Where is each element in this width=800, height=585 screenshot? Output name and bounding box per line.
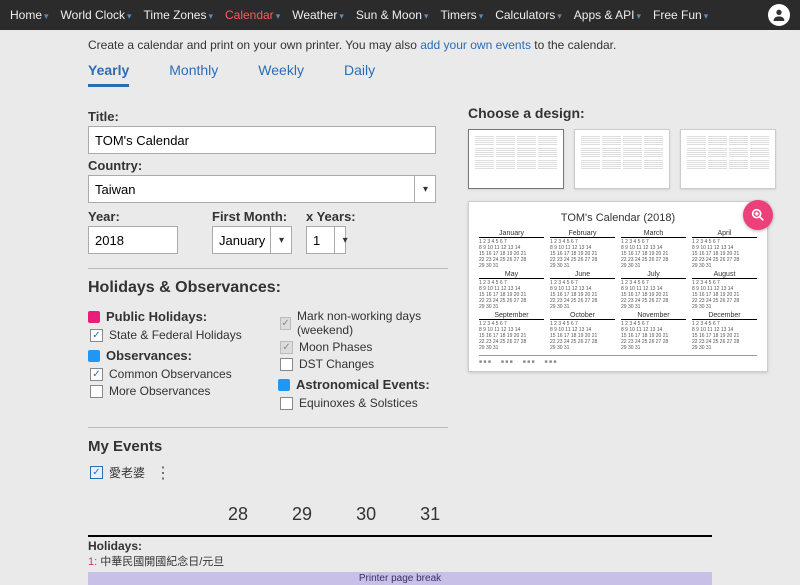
title-label: Title: bbox=[88, 109, 448, 124]
checkbox-mark-weekend[interactable]: ✓ bbox=[280, 317, 291, 330]
label-dst: DST Changes bbox=[299, 357, 374, 371]
preview-month: February1 2 3 4 5 6 78 9 10 11 12 13 141… bbox=[550, 230, 615, 267]
intro-text: Create a calendar and print on your own … bbox=[0, 30, 800, 62]
nav-calculators[interactable]: Calculators▾ bbox=[495, 8, 562, 22]
pink-square-icon bbox=[88, 311, 100, 323]
period-tabs: Yearly Monthly Weekly Daily bbox=[0, 62, 800, 95]
top-nav: Home▾ World Clock▾ Time Zones▾ Calendar▾… bbox=[0, 0, 800, 30]
year-input[interactable] bbox=[88, 226, 178, 254]
preview-month: September1 2 3 4 5 6 78 9 10 11 12 13 14… bbox=[479, 312, 544, 349]
label-common-obs: Common Observances bbox=[109, 367, 232, 381]
account-icon[interactable] bbox=[768, 4, 790, 26]
holiday-1-text: 中華民國開國紀念日/元旦 bbox=[97, 556, 224, 568]
checkbox-moon-phases[interactable]: ✓ bbox=[280, 341, 293, 354]
first-month-select[interactable]: January bbox=[212, 226, 292, 254]
preview-month: August1 2 3 4 5 6 78 9 10 11 12 13 1415 … bbox=[692, 271, 757, 308]
nav-apps-api[interactable]: Apps & API▾ bbox=[574, 8, 641, 22]
preview-footer: ■ ■ ■■ ■ ■■ ■ ■■ ■ ■ bbox=[479, 355, 757, 365]
blue-square-icon bbox=[88, 350, 100, 362]
design-thumb-2[interactable] bbox=[574, 129, 670, 189]
nav-time-zones[interactable]: Time Zones▾ bbox=[144, 8, 213, 22]
title-input[interactable] bbox=[88, 126, 436, 154]
holidays-box: Holidays: 1: 中華民國開國紀念日/元旦 bbox=[88, 535, 712, 569]
tab-monthly[interactable]: Monthly bbox=[169, 62, 218, 87]
calendar-preview: TOM's Calendar (2018) January1 2 3 4 5 6… bbox=[468, 201, 768, 372]
checkbox-more-obs[interactable] bbox=[90, 385, 103, 398]
preview-month: May1 2 3 4 5 6 78 9 10 11 12 13 1415 16 … bbox=[479, 271, 544, 308]
label-eq-sol: Equinoxes & Solstices bbox=[299, 396, 418, 410]
holidays-box-head: Holidays: bbox=[88, 539, 712, 553]
preview-month: June1 2 3 4 5 6 78 9 10 11 12 13 1415 16… bbox=[550, 271, 615, 308]
nav-weather[interactable]: Weather▾ bbox=[292, 8, 344, 22]
year-label: Year: bbox=[88, 209, 178, 224]
add-events-link[interactable]: add your own events bbox=[420, 38, 531, 52]
nav-free-fun[interactable]: Free Fun▾ bbox=[653, 8, 708, 22]
preview-month: March1 2 3 4 5 6 78 9 10 11 12 13 1415 1… bbox=[621, 230, 686, 267]
country-label: Country: bbox=[88, 158, 448, 173]
my-events-head: My Events bbox=[88, 438, 448, 455]
bottom-area: 28 29 30 31 Holidays: 1: 中華民國開國紀念日/元旦 Pr… bbox=[88, 504, 712, 585]
printer-page-break: Printer page break bbox=[88, 572, 712, 585]
tab-daily[interactable]: Daily bbox=[344, 62, 375, 87]
zoom-button[interactable] bbox=[743, 200, 773, 230]
x-years-select[interactable]: 1 bbox=[306, 226, 346, 254]
nav-world-clock[interactable]: World Clock▾ bbox=[61, 8, 132, 22]
observances-head: Observances: bbox=[88, 348, 258, 363]
label-more-obs: More Observances bbox=[109, 384, 210, 398]
more-dots-icon[interactable]: ⋮ bbox=[155, 463, 171, 483]
preview-month: January1 2 3 4 5 6 78 9 10 11 12 13 1415… bbox=[479, 230, 544, 267]
week-numbers: 28 29 30 31 bbox=[88, 504, 712, 525]
label-mark-weekend: Mark non-working days (weekend) bbox=[297, 309, 448, 337]
design-thumb-3[interactable] bbox=[680, 129, 776, 189]
astro-head: Astronomical Events: bbox=[278, 377, 448, 392]
nav-sun-moon[interactable]: Sun & Moon▾ bbox=[356, 8, 429, 22]
tab-yearly[interactable]: Yearly bbox=[88, 62, 129, 87]
preview-month: December1 2 3 4 5 6 78 9 10 11 12 13 141… bbox=[692, 312, 757, 349]
preview-title: TOM's Calendar (2018) bbox=[479, 212, 757, 224]
checkbox-dst[interactable] bbox=[280, 358, 293, 371]
holiday-1-num: 1: bbox=[88, 556, 97, 568]
first-month-label: First Month: bbox=[212, 209, 292, 224]
choose-design-head: Choose a design: bbox=[468, 105, 790, 121]
design-thumb-1[interactable] bbox=[468, 129, 564, 189]
form-column: Title: Country: Taiwan ▾ Year: First Mon… bbox=[88, 105, 448, 484]
blue-square-icon bbox=[278, 379, 290, 391]
label-state-federal: State & Federal Holidays bbox=[109, 328, 242, 342]
preview-month: October1 2 3 4 5 6 78 9 10 11 12 13 1415… bbox=[550, 312, 615, 349]
checkbox-common-obs[interactable]: ✓ bbox=[90, 368, 103, 381]
tab-weekly[interactable]: Weekly bbox=[258, 62, 304, 87]
holidays-section-title: Holidays & Observances: bbox=[88, 279, 448, 297]
x-years-label: x Years: bbox=[306, 209, 356, 224]
checkbox-my-event-1[interactable]: ✓ bbox=[90, 466, 103, 479]
country-select[interactable]: Taiwan bbox=[88, 175, 436, 203]
preview-column: Choose a design: TOM's Calendar (2018) J… bbox=[468, 105, 790, 484]
label-moon-phases: Moon Phases bbox=[299, 340, 372, 354]
checkbox-state-federal[interactable]: ✓ bbox=[90, 329, 103, 342]
preview-month: November1 2 3 4 5 6 78 9 10 11 12 13 141… bbox=[621, 312, 686, 349]
nav-calendar[interactable]: Calendar▾ bbox=[225, 8, 280, 22]
checkbox-eq-sol[interactable] bbox=[280, 397, 293, 410]
nav-timers[interactable]: Timers▾ bbox=[440, 8, 483, 22]
nav-home[interactable]: Home▾ bbox=[10, 8, 49, 22]
preview-month: July1 2 3 4 5 6 78 9 10 11 12 13 1415 16… bbox=[621, 271, 686, 308]
public-holidays-head: Public Holidays: bbox=[88, 309, 258, 324]
my-event-1-label: 愛老婆 bbox=[109, 464, 145, 481]
preview-month: April1 2 3 4 5 6 78 9 10 11 12 13 1415 1… bbox=[692, 230, 757, 267]
